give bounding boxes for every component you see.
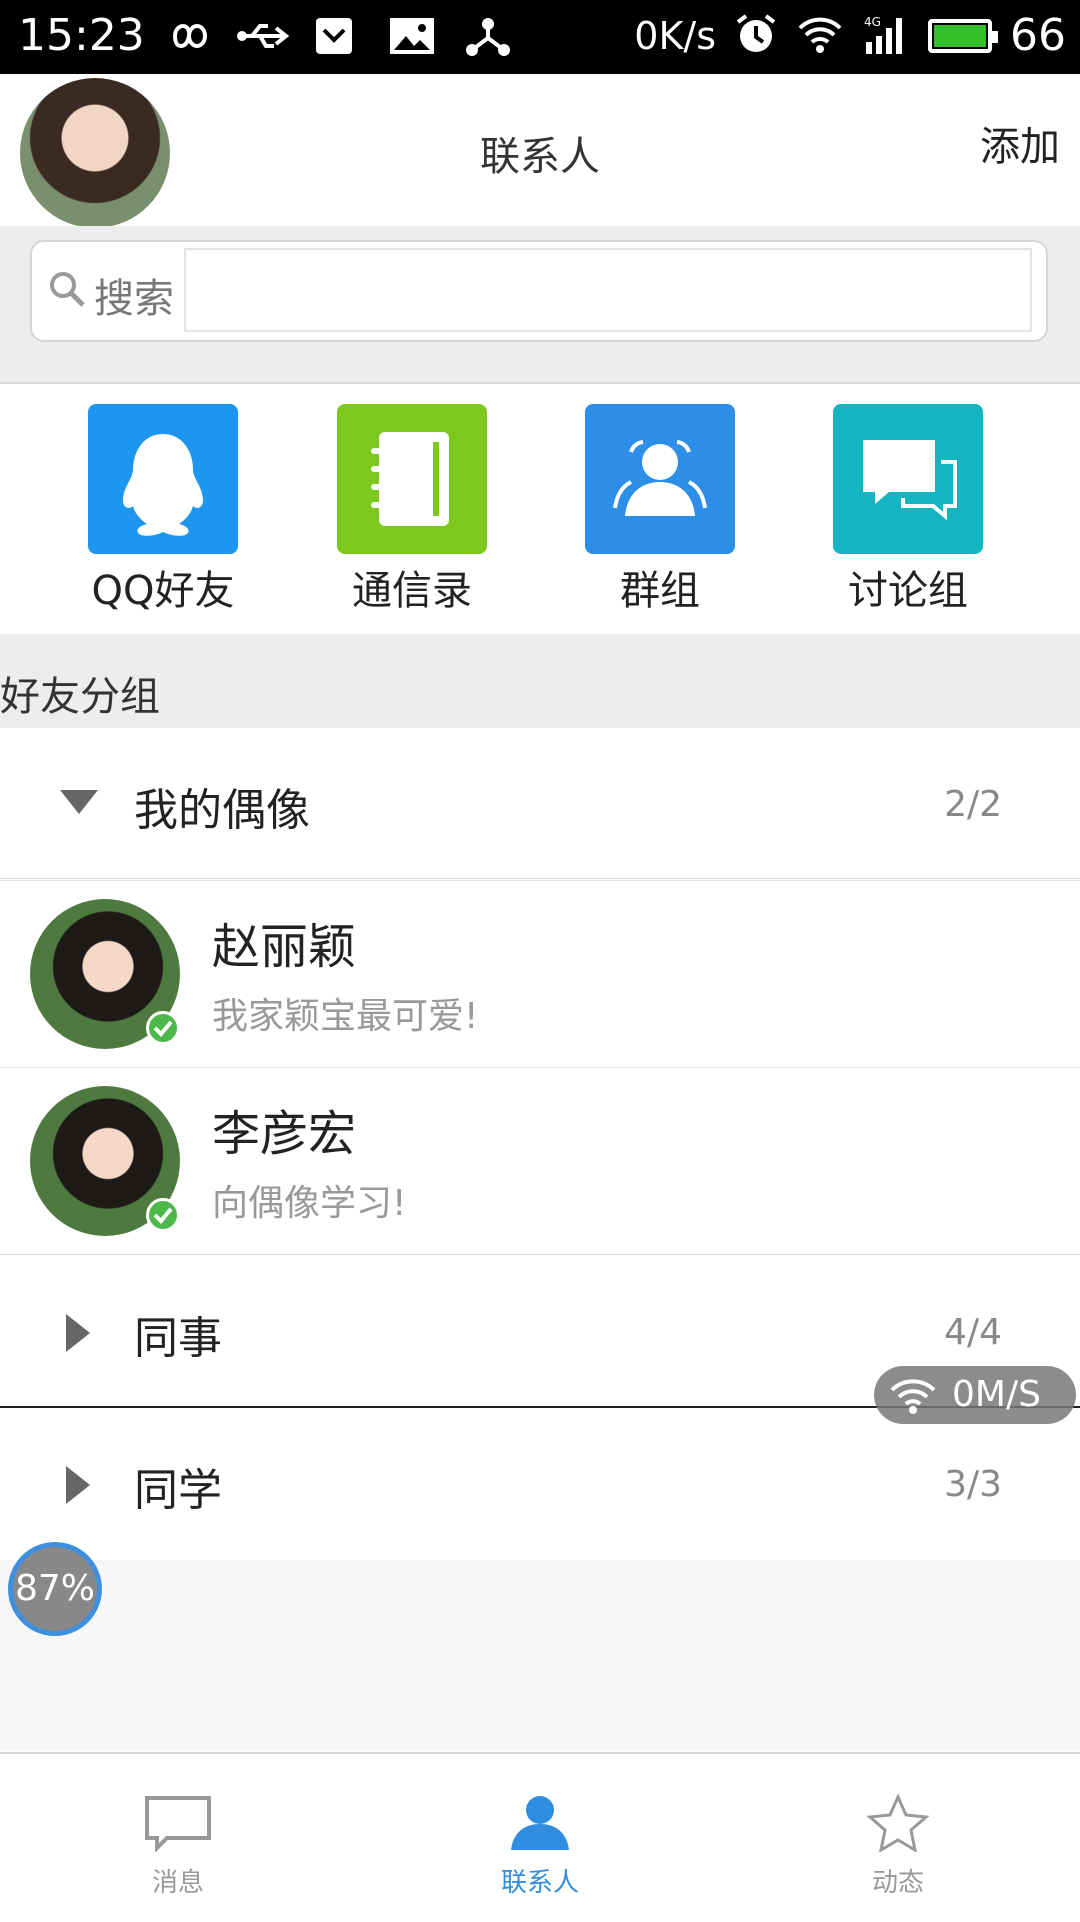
qq-penguin-icon [88, 404, 238, 554]
group-people-icon [585, 404, 735, 554]
net-speed-floating-widget[interactable]: 0M/S [874, 1366, 1076, 1424]
status-bar: 15:23 0K/s 4G 66 [0, 0, 1080, 74]
nav-messages-label: 消息 [151, 1868, 204, 1898]
group-row-idols[interactable]: 我的偶像 2/2 [0, 728, 1080, 878]
group-count: 4/4 [944, 1312, 1002, 1353]
contact-name: 李彦宏 [212, 1106, 357, 1162]
svg-text:4G: 4G [864, 15, 881, 29]
triangle-down-icon [60, 790, 98, 814]
group-name: 同事 [134, 1313, 222, 1364]
contact-row[interactable]: 李彦宏 向偶像学习! [0, 1067, 1080, 1254]
address-book-icon [337, 404, 487, 554]
online-check-icon [146, 1198, 180, 1232]
triangle-right-icon [66, 1314, 90, 1352]
nav-contacts[interactable]: 联系人 [440, 1794, 640, 1899]
star-icon [866, 1793, 930, 1853]
group-name: 我的偶像 [134, 785, 310, 836]
group-row-classmates[interactable]: 同学 3/3 [0, 1408, 1080, 1558]
nav-contacts-label: 联系人 [500, 1868, 579, 1898]
battery-icon [928, 18, 998, 53]
search-box[interactable]: 搜索 [30, 240, 1048, 342]
bottom-nav: 消息 联系人 动态 [0, 1752, 1080, 1922]
net-speed: 0K/s [634, 13, 716, 58]
online-check-icon [146, 1011, 180, 1045]
contact-person-icon [511, 1796, 569, 1850]
image-icon [388, 14, 436, 58]
group-count: 3/3 [944, 1464, 1002, 1505]
contact-signature: 我家颖宝最可爱! [212, 996, 479, 1037]
usb-icon [236, 14, 290, 58]
triangle-right-icon [66, 1466, 90, 1504]
list-empty-area [0, 1560, 1080, 1750]
contact-signature: 向偶像学习! [212, 1183, 407, 1224]
message-icon [145, 1796, 211, 1853]
page-title: 联系人 [480, 134, 600, 180]
wifi-icon [796, 14, 844, 58]
nav-feed[interactable]: 动态 [798, 1793, 998, 1899]
pocket-icon [312, 14, 360, 58]
group-name: 同学 [134, 1465, 222, 1516]
chat-bubbles-icon [833, 404, 983, 554]
discussion-label: 讨论组 [848, 568, 968, 614]
add-button[interactable]: 添加 [980, 114, 1060, 172]
search-icon [50, 272, 85, 307]
qq-friends-entry[interactable]: QQ好友 [83, 404, 243, 616]
groups-label: 群组 [620, 568, 700, 614]
address-book-entry[interactable]: 通信录 [332, 404, 492, 616]
search-bar: 搜索 [0, 226, 1080, 384]
infinity-icon [160, 14, 208, 58]
contact-name: 赵丽颖 [212, 919, 357, 975]
status-time: 15:23 [18, 10, 145, 61]
app-header: 联系人 添加 [0, 74, 1080, 228]
share-icon [464, 14, 512, 58]
signal-4g-icon: 4G [862, 12, 910, 60]
contact-row[interactable]: 赵丽颖 我家颖宝最可爱! [0, 880, 1080, 1067]
battery-level: 66 [1010, 10, 1066, 61]
nav-messages[interactable]: 消息 [78, 1794, 278, 1899]
groups-entry[interactable]: 群组 [580, 404, 740, 616]
status-left-icons [160, 14, 512, 58]
nav-feed-label: 动态 [871, 1868, 924, 1898]
alarm-icon [734, 12, 778, 60]
search-input[interactable] [184, 248, 1032, 332]
address-book-label: 通信录 [352, 568, 472, 614]
net-speed-value: 0M/S [952, 1374, 1041, 1415]
friend-groups-heading: 好友分组 [0, 634, 1080, 730]
quick-entries: QQ好友 通信录 群组 讨论组 [0, 384, 1080, 636]
group-count: 2/2 [944, 784, 1002, 825]
wifi-icon [890, 1379, 936, 1414]
memory-boost-button[interactable]: 87% [8, 1542, 102, 1636]
status-right-icons: 0K/s 4G 66 [634, 10, 1066, 61]
discussion-entry[interactable]: 讨论组 [828, 404, 988, 616]
search-label: 搜索 [94, 276, 174, 322]
qq-friends-label: QQ好友 [91, 568, 235, 614]
friend-groups-title: 好友分组 [0, 674, 160, 720]
